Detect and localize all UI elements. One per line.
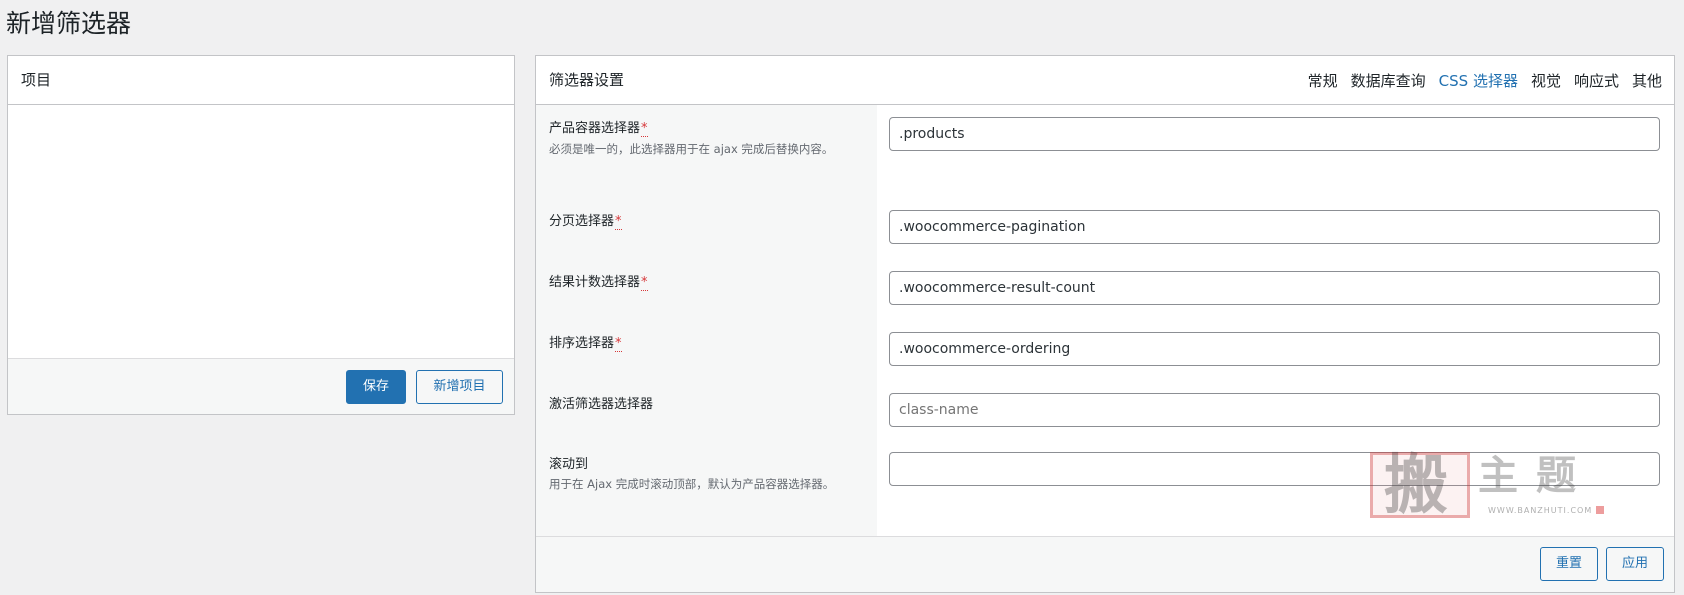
product-container-input[interactable] [889, 117, 1660, 151]
scroll-to-label: 滚动到 [549, 457, 589, 472]
items-panel-title: 项目 [21, 71, 52, 89]
form-row-product-container: 产品容器选择器* 必须是唯一的，此选择器用于在 ajax 完成后替换内容。 [536, 105, 1674, 199]
tab-css-selectors[interactable]: CSS 选择器 [1439, 70, 1518, 92]
pagination-label: 分页选择器* [549, 212, 622, 232]
ordering-label: 排序选择器* [549, 334, 622, 354]
required-marker: * [641, 121, 648, 137]
required-marker: * [641, 275, 648, 291]
save-button[interactable]: 保存 [346, 370, 406, 404]
tab-visual[interactable]: 视觉 [1531, 70, 1561, 92]
filter-settings-header: 筛选器设置 常规 数据库查询 CSS 选择器 视觉 响应式 其他 [536, 56, 1674, 105]
watermark-chars: 主题 [1478, 452, 1594, 499]
form-row-active-filters: 激活筛选器选择器 [536, 382, 1674, 443]
required-marker: * [615, 214, 622, 230]
form-row-ordering: 排序选择器* [536, 321, 1674, 382]
filter-settings-footer: 重置 应用 [536, 536, 1674, 592]
items-panel-header: 项目 [8, 56, 514, 105]
reset-button[interactable]: 重置 [1540, 547, 1598, 581]
product-container-description: 必须是唯一的，此选择器用于在 ajax 完成后替换内容。 [549, 142, 834, 156]
result-count-label-text: 结果计数选择器 [549, 275, 641, 290]
watermark-logo: 搬 主题 WWW.BANZHUTI.COM [1370, 448, 1604, 523]
page-title: 新增筛选器 [6, 9, 132, 38]
product-container-label: 产品容器选择器* [549, 119, 648, 139]
active-filters-label: 激活筛选器选择器 [549, 397, 654, 412]
pagination-label-text: 分页选择器 [549, 214, 615, 229]
required-marker: * [615, 336, 622, 352]
tab-responsive[interactable]: 响应式 [1574, 70, 1619, 92]
watermark-dot [1596, 506, 1604, 514]
scroll-to-description: 用于在 Ajax 完成时滚动顶部，默认为产品容器选择器。 [549, 477, 835, 491]
tab-database-query[interactable]: 数据库查询 [1351, 70, 1426, 92]
settings-tabs: 常规 数据库查询 CSS 选择器 视觉 响应式 其他 [1308, 70, 1662, 92]
result-count-input[interactable] [889, 271, 1660, 305]
form-row-result-count: 结果计数选择器* [536, 260, 1674, 321]
pagination-input[interactable] [889, 210, 1660, 244]
active-filters-input[interactable] [889, 393, 1660, 427]
items-panel-footer: 保存 新增项目 [8, 358, 514, 414]
form-row-pagination: 分页选择器* [536, 199, 1674, 260]
watermark-url: WWW.BANZHUTI.COM [1488, 506, 1593, 515]
watermark-big-char: 搬 [1384, 448, 1448, 523]
product-container-label-text: 产品容器选择器 [549, 121, 641, 136]
ordering-label-text: 排序选择器 [549, 336, 615, 351]
apply-button[interactable]: 应用 [1606, 547, 1664, 581]
add-item-button[interactable]: 新增项目 [416, 370, 503, 404]
tab-other[interactable]: 其他 [1632, 70, 1662, 92]
filter-settings-title: 筛选器设置 [549, 71, 625, 89]
tab-general[interactable]: 常规 [1308, 70, 1338, 92]
result-count-label: 结果计数选择器* [549, 273, 648, 293]
ordering-input[interactable] [889, 332, 1660, 366]
items-panel: 项目 保存 新增项目 [7, 55, 515, 415]
